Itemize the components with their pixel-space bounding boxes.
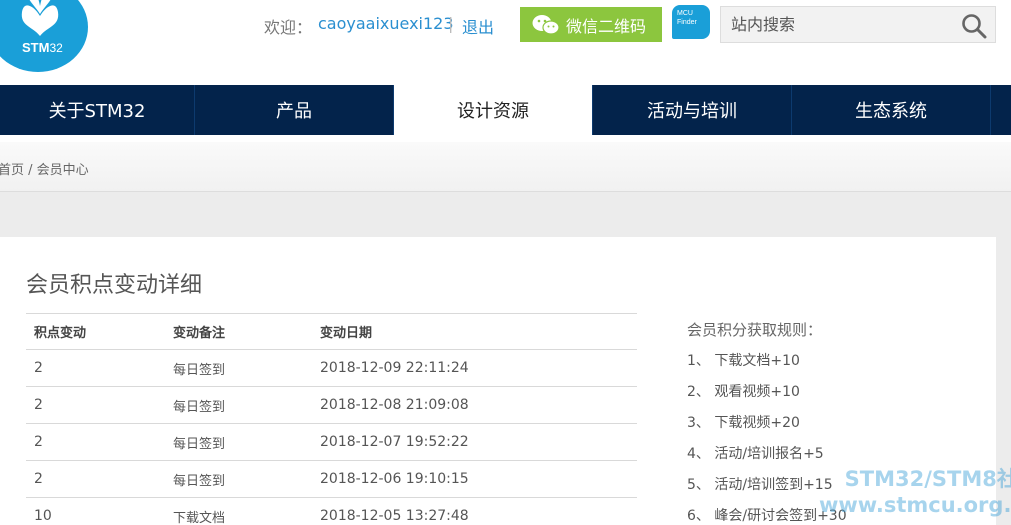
rule-item: 1、 下载文档+10 bbox=[687, 353, 800, 369]
page-title: 会员积点变动详细 bbox=[26, 273, 203, 298]
nav-item-events-training[interactable]: 活动与培训 bbox=[593, 85, 792, 135]
welcome-label: 欢迎： bbox=[264, 18, 313, 37]
watermark-line1: STM32/STM8社区 bbox=[844, 467, 1011, 491]
nav-divider bbox=[0, 135, 1011, 142]
rule-item: 2、 观看视频+10 bbox=[687, 384, 800, 400]
table-row: 2 每日签到 2018-12-06 19:10:15 bbox=[26, 460, 637, 497]
stm32-logo[interactable]: STM32 bbox=[0, 0, 88, 72]
date-cell: 2018-12-09 22:11:24 bbox=[320, 360, 469, 376]
date-cell: 2018-12-07 19:52:22 bbox=[320, 434, 469, 450]
wechat-button-label: 微信二维码 bbox=[566, 16, 647, 36]
watermark: STM32/STM8社区 www.stmcu.org.cn bbox=[779, 466, 1011, 518]
points-cell: 2 bbox=[34, 397, 43, 413]
table-row: 2 每日签到 2018-12-07 19:52:22 bbox=[26, 423, 637, 460]
points-cell: 2 bbox=[34, 360, 43, 376]
points-cell: 10 bbox=[34, 508, 52, 524]
note-cell: 下载文档 bbox=[173, 510, 226, 525]
separator: | bbox=[448, 14, 454, 33]
breadcrumb-bar: 首页 / 会员中心 bbox=[0, 142, 1011, 192]
logo-text: STM32 bbox=[22, 40, 63, 55]
nav-item-products[interactable]: 产品 bbox=[195, 85, 394, 135]
search-box bbox=[720, 6, 996, 43]
nav-item-design-resources[interactable]: 设计资源 bbox=[394, 85, 593, 135]
rules-title: 会员积分获取规则： bbox=[687, 321, 823, 339]
table-row: 2 每日签到 2018-12-09 22:11:24 bbox=[26, 349, 637, 386]
table-row: 2 每日签到 2018-12-08 21:09:08 bbox=[26, 386, 637, 423]
watermark-line2: www.stmcu.org.cn bbox=[819, 493, 1011, 517]
column-header: 变动备注 bbox=[173, 326, 226, 341]
table-header: 积点变动 变动备注 变动日期 bbox=[26, 313, 637, 349]
note-cell: 每日签到 bbox=[173, 436, 226, 452]
column-header: 积点变动 bbox=[34, 326, 87, 341]
search-input[interactable] bbox=[721, 7, 951, 42]
points-table: 积点变动 变动备注 变动日期 2 每日签到 2018-12-09 22:11:2… bbox=[26, 313, 637, 525]
wechat-icon bbox=[532, 14, 560, 35]
butterfly-icon bbox=[21, 0, 59, 36]
table-row: 10 下载文档 2018-12-05 13:27:48 bbox=[26, 497, 637, 525]
username-link[interactable]: caoyaaixuexi123 bbox=[318, 14, 454, 33]
mcu-badge-line2: Finder bbox=[677, 19, 697, 26]
date-cell: 2018-12-06 19:10:15 bbox=[320, 471, 469, 487]
logout-link[interactable]: 退出 bbox=[462, 14, 494, 38]
note-cell: 每日签到 bbox=[173, 399, 226, 415]
points-cell: 2 bbox=[34, 434, 43, 450]
wechat-qrcode-button[interactable]: 微信二维码 bbox=[520, 7, 662, 42]
date-cell: 2018-12-08 21:09:08 bbox=[320, 397, 469, 413]
note-cell: 每日签到 bbox=[173, 362, 226, 378]
points-cell: 2 bbox=[34, 471, 43, 487]
column-header: 变动日期 bbox=[320, 326, 373, 341]
main-nav: 关于STM32 产品 设计资源 活动与培训 生态系统 bbox=[0, 85, 1011, 135]
nav-item-ecosystem[interactable]: 生态系统 bbox=[792, 85, 991, 135]
search-icon[interactable] bbox=[961, 13, 987, 39]
note-cell: 每日签到 bbox=[173, 473, 226, 489]
nav-item-about-stm32[interactable]: 关于STM32 bbox=[0, 85, 195, 135]
mcu-finder-badge[interactable]: MCU Finder bbox=[672, 5, 710, 39]
breadcrumb[interactable]: 首页 / 会员中心 bbox=[0, 159, 89, 178]
header: STM32 欢迎： caoyaaixuexi123 | 退出 微信二维码 MCU… bbox=[0, 0, 1011, 85]
mcu-badge-line1: MCU bbox=[677, 10, 693, 17]
rule-item: 3、 下载视频+20 bbox=[687, 415, 800, 431]
date-cell: 2018-12-05 13:27:48 bbox=[320, 508, 469, 524]
